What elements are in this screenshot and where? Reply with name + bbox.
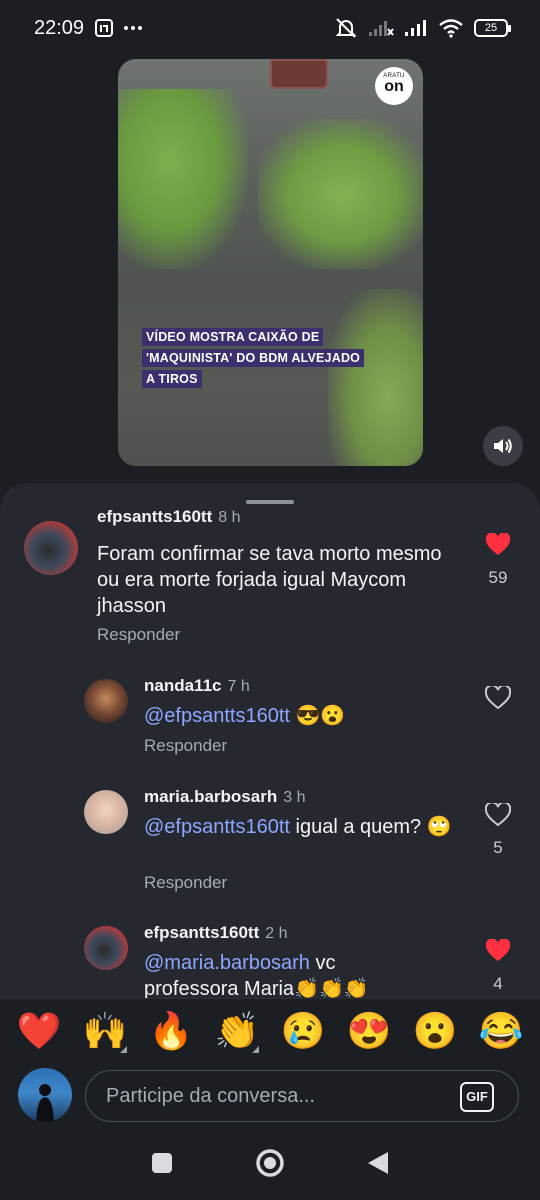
mention-link[interactable]: @efpsantts160tt	[144, 705, 290, 727]
video-caption-line: VÍDEO MOSTRA CAIXÃO DE	[142, 328, 324, 346]
comment-username-text: efpsantts160tt	[144, 923, 260, 942]
signal-icon	[405, 20, 426, 36]
quick-reactions-bar: ❤️ 🙌 🔥 👏 😢 😍 😮 😂	[0, 998, 540, 1062]
like-button[interactable]: 5	[483, 801, 513, 858]
reply-button[interactable]: Responder	[144, 873, 227, 893]
heart-filled-icon	[485, 938, 511, 961]
like-button[interactable]: 59	[483, 532, 513, 588]
wifi-icon	[439, 19, 463, 38]
sheet-drag-handle[interactable]	[246, 500, 294, 504]
comment-username[interactable]: nanda11c 7 h	[144, 676, 250, 696]
video-caption: VÍDEO MOSTRA CAIXÃO DE 'MAQUINISTA' DO B…	[142, 327, 372, 390]
avatar[interactable]	[84, 679, 128, 723]
reaction-raised-hands[interactable]: 🙌	[77, 1010, 133, 1053]
mention-link[interactable]: @maria.barbosarh	[144, 952, 310, 974]
system-nav-bar	[0, 1130, 540, 1200]
current-user-avatar[interactable]	[18, 1068, 72, 1122]
like-count: 5	[493, 838, 503, 857]
like-button[interactable]	[483, 684, 513, 715]
comment-text: @efpsantts160tt 😎😮	[144, 703, 464, 729]
reaction-surprised[interactable]: 😮	[407, 1010, 463, 1051]
comment-text: Foram confirmar se tava morto mesmo ou e…	[97, 543, 442, 617]
triangle-back-icon	[368, 1151, 388, 1174]
mention-link[interactable]: @efpsantts160tt	[144, 816, 290, 838]
like-count: 4	[493, 974, 503, 993]
heart-filled-icon	[485, 532, 511, 555]
square-icon	[152, 1152, 172, 1173]
reaction-crying[interactable]: 😢	[275, 1010, 331, 1051]
signal-off-icon	[369, 21, 394, 36]
video-scene-grass	[258, 119, 423, 269]
status-time: 22:09	[34, 17, 85, 39]
status-system-icons: 25	[334, 17, 511, 39]
reaction-clapping[interactable]: 👏	[209, 1010, 265, 1053]
comment-text-body: 😎😮	[289, 705, 346, 727]
comment-username[interactable]: efpsantts160tt 2 h	[144, 923, 288, 943]
comments-sheet: efpsantts160tt 8 h Foram confirmar se tav…	[0, 483, 540, 1000]
video-caption-line: 'MAQUINISTA' DO BDM ALVEJADO	[142, 349, 365, 367]
reply-button[interactable]: Responder	[144, 736, 227, 756]
like-button[interactable]: 4	[483, 938, 513, 994]
back-button[interactable]	[366, 1150, 390, 1181]
more-dots-icon	[124, 26, 142, 30]
heart-outline-icon	[484, 801, 512, 827]
brand-logo-main: on	[384, 78, 404, 95]
circle-icon	[256, 1148, 284, 1177]
brand-logo: ARATU on	[375, 67, 413, 105]
comment-time: 7 h	[227, 678, 250, 695]
comment-username[interactable]: maria.barbosarh 3 h	[144, 787, 305, 807]
comment-username[interactable]: efpsantts160tt 8 h	[97, 507, 241, 527]
comment-time: 2 h	[265, 925, 288, 942]
like-count: 59	[488, 568, 508, 587]
reply-button[interactable]: Responder	[97, 625, 180, 645]
volume-button[interactable]	[483, 426, 523, 466]
video-scene-grass	[118, 89, 248, 269]
mi-app-icon	[95, 19, 113, 37]
comment-input[interactable]: Participe da conversa... GIF	[85, 1070, 519, 1122]
avatar[interactable]	[24, 521, 78, 575]
heart-outline-icon	[484, 684, 512, 710]
comment-username-text: efpsantts160tt	[97, 507, 213, 526]
comment-text: @maria.barbosarh vc professora Maria👏👏👏	[144, 950, 404, 1000]
comment-time: 8 h	[218, 509, 241, 526]
reaction-heart-eyes[interactable]: 😍	[341, 1010, 397, 1051]
status-bar: 22:09 25	[0, 0, 540, 60]
comment-composer: Participe da conversa... GIF	[0, 1062, 540, 1130]
comment-time: 3 h	[283, 789, 306, 806]
home-button[interactable]	[254, 1147, 286, 1184]
avatar[interactable]	[84, 790, 128, 834]
avatar[interactable]	[84, 926, 128, 970]
video-player[interactable]: ARATU on VÍDEO MOSTRA CAIXÃO DE 'MAQUINI…	[118, 59, 423, 466]
video-caption-line: A TIROS	[142, 370, 202, 388]
silent-bell-icon	[335, 18, 357, 38]
comment-username-text: maria.barbosarh	[144, 787, 278, 806]
reaction-fire[interactable]: 🔥	[143, 1010, 199, 1051]
recents-button[interactable]	[150, 1151, 174, 1180]
comment-username-text: nanda11c	[144, 676, 222, 695]
comment-text: @efpsantts160tt igual a quem? 🙄	[144, 814, 464, 840]
speaker-icon	[494, 438, 512, 454]
comment-input-placeholder: Participe da conversa...	[106, 1085, 315, 1107]
reaction-heart[interactable]: ❤️	[11, 1010, 67, 1051]
comment-text-body: igual a quem? 🙄	[289, 816, 452, 838]
person-silhouette-icon	[36, 1084, 54, 1122]
gif-button[interactable]: GIF	[460, 1082, 494, 1112]
reaction-laughing[interactable]: 😂	[473, 1010, 529, 1051]
status-notification-icons	[95, 19, 143, 37]
video-scene-casket	[270, 59, 328, 89]
battery-indicator: 25	[474, 19, 511, 37]
